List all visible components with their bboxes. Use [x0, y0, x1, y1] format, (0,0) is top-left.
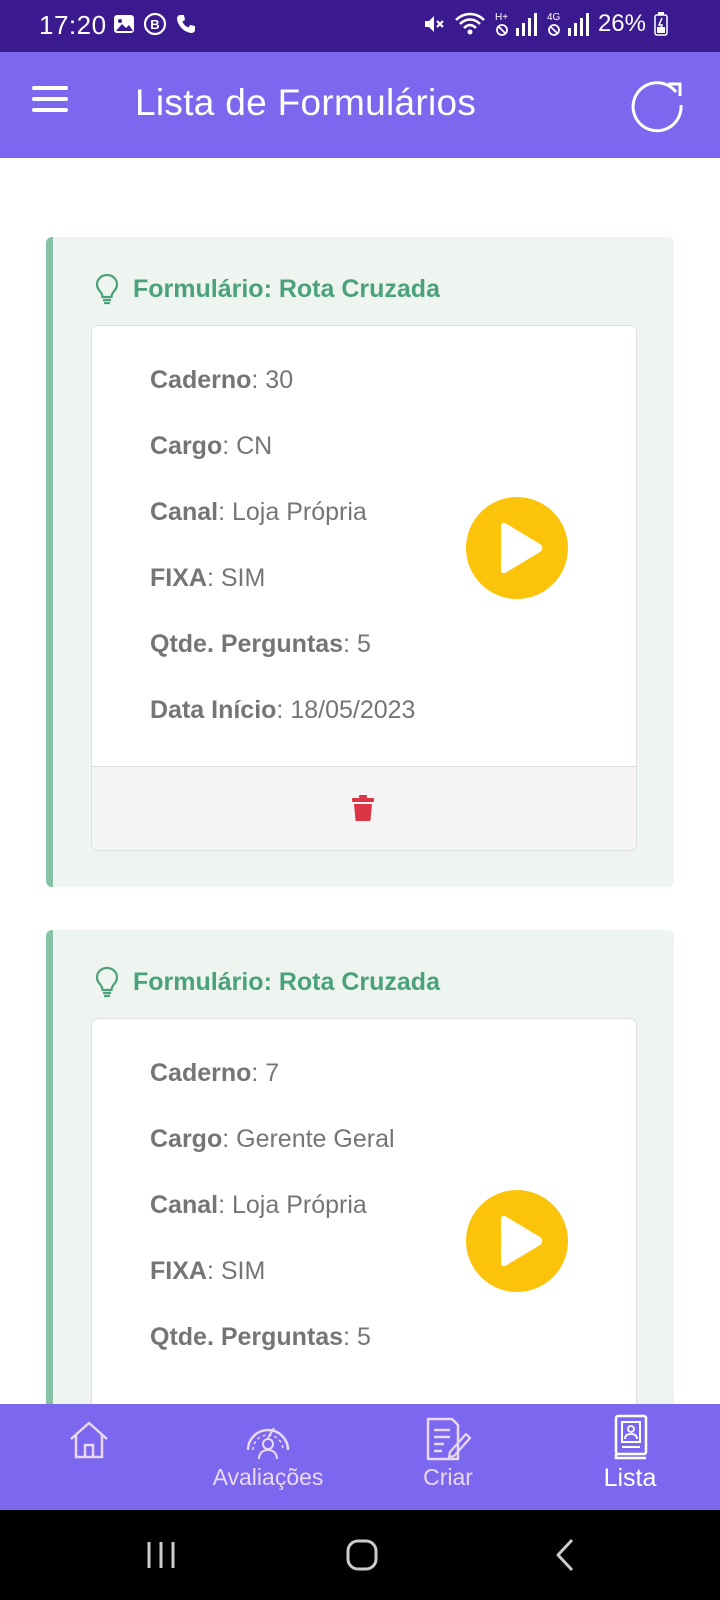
network-label-4g: 4G — [547, 12, 561, 23]
nav-criar-label: Criar — [423, 1464, 473, 1490]
trash-icon[interactable] — [352, 795, 374, 821]
network-label-h: H+ — [495, 12, 508, 23]
bottom-nav: Avaliações Criar Lista — [0, 1404, 720, 1510]
card-header: Formulário: Rota Cruzada — [93, 966, 440, 998]
home-button-icon[interactable] — [346, 1539, 378, 1571]
wifi-icon — [455, 12, 485, 35]
status-time: 17:20 — [39, 10, 107, 40]
mute-icon — [424, 16, 444, 32]
b-message-icon: B — [143, 12, 167, 36]
field-caderno: Caderno: 30 — [150, 366, 294, 394]
field-data-inicio: Data Início: 18/05/2023 — [150, 696, 416, 724]
phone-icon — [177, 15, 195, 33]
signal-4g-icon: 4G — [547, 12, 589, 36]
play-icon — [501, 522, 543, 574]
lightbulb-icon — [95, 966, 119, 998]
form-list: Formulário: Rota Cruzada Caderno: 30 Car… — [0, 158, 720, 1404]
nav-home[interactable] — [40, 1404, 140, 1510]
nav-lista[interactable]: Lista — [580, 1404, 680, 1510]
form-card: Formulário: Rota Cruzada Caderno: 30 Car… — [46, 237, 674, 887]
play-icon — [501, 1215, 543, 1267]
field-qtde-perguntas: Qtde. Perguntas: 5 — [150, 630, 371, 658]
system-status-icons: H+ 4G 26% — [422, 10, 668, 38]
field-fixa: FIXA: SIM — [150, 564, 266, 592]
notification-icons: B — [113, 12, 197, 36]
refresh-icon[interactable] — [628, 76, 686, 134]
status-bar: 17:20 B H+ 4G 26% — [0, 0, 720, 52]
card-header: Formulário: Rota Cruzada — [93, 273, 440, 305]
app-bar: Lista de Formulários — [0, 52, 720, 158]
play-button[interactable] — [466, 1190, 568, 1292]
field-canal: Canal: Loja Própria — [150, 1191, 367, 1219]
battery-icon — [654, 12, 668, 36]
field-qtde-perguntas: Qtde. Perguntas: 5 — [150, 1323, 371, 1351]
field-caderno: Caderno: 7 — [150, 1059, 280, 1087]
field-fixa: FIXA: SIM — [150, 1257, 266, 1285]
nav-lista-label: Lista — [603, 1464, 657, 1492]
card-title: Formulário: Rota Cruzada — [133, 967, 440, 996]
nav-criar[interactable]: Criar — [398, 1404, 498, 1510]
nav-avaliacoes-label: Avaliações — [212, 1464, 324, 1490]
recent-apps-icon[interactable] — [146, 1540, 176, 1570]
back-icon[interactable] — [554, 1538, 576, 1572]
card-footer — [92, 766, 636, 850]
system-nav-bar — [0, 1510, 720, 1600]
form-details: Caderno: 30 Cargo: CN Canal: Loja Própri… — [91, 325, 637, 851]
edit-document-icon — [426, 1417, 472, 1461]
form-details: Caderno: 7 Cargo: Gerente Geral Canal: L… — [91, 1018, 637, 1404]
svg-text:B: B — [150, 17, 159, 32]
form-card: Formulário: Rota Cruzada Caderno: 7 Carg… — [46, 930, 674, 1404]
card-title: Formulário: Rota Cruzada — [133, 274, 440, 303]
battery-percent: 26% — [597, 10, 646, 37]
nav-avaliacoes[interactable]: Avaliações — [198, 1404, 338, 1510]
field-canal: Canal: Loja Própria — [150, 498, 367, 526]
field-cargo: Cargo: CN — [150, 432, 273, 460]
play-button[interactable] — [466, 497, 568, 599]
field-cargo: Cargo: Gerente Geral — [150, 1125, 395, 1153]
home-icon — [70, 1421, 108, 1459]
gauge-icon — [246, 1427, 290, 1460]
menu-icon[interactable] — [32, 86, 72, 124]
signal-h-icon: H+ — [495, 12, 537, 36]
list-book-icon — [614, 1414, 648, 1460]
page-title: Lista de Formulários — [135, 82, 477, 123]
lightbulb-icon — [95, 273, 119, 305]
image-icon — [114, 15, 134, 33]
